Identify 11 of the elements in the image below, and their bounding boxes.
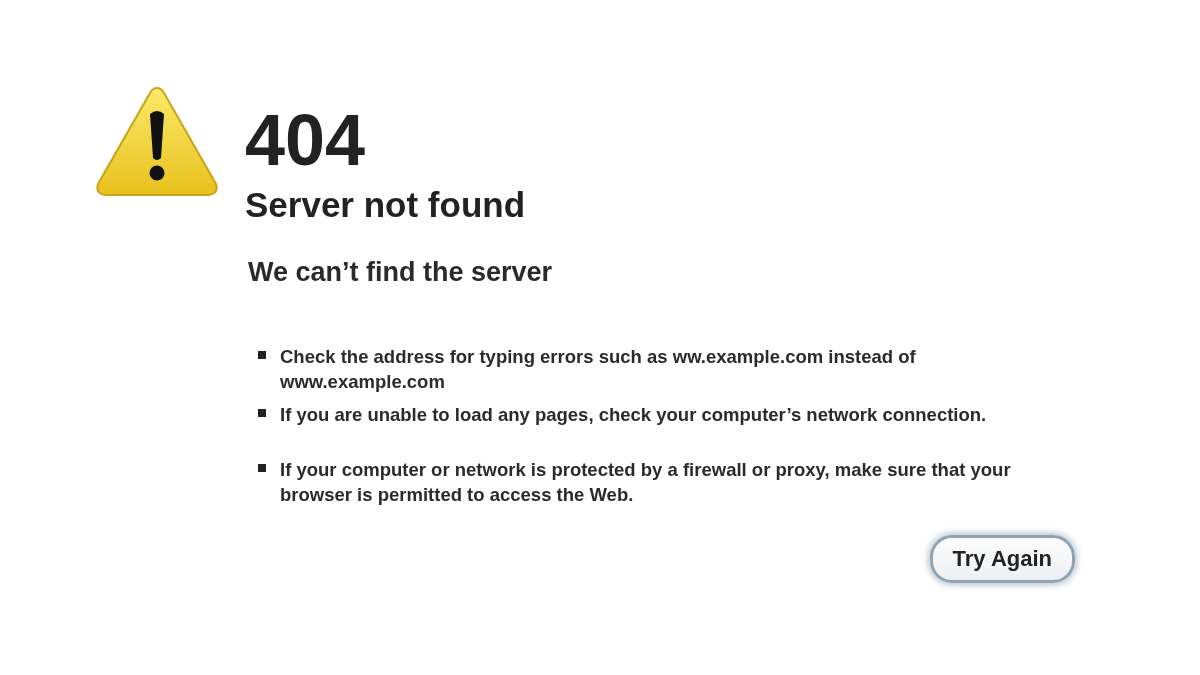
suggestion-text: Check the address for typing errors such as ww.example.com instead of www.example.com [280,344,917,394]
suggestion-text: If your computer or network is protected by a firewall or proxy, make sure that your browser is permitted to access the Web. [280,457,1012,507]
try-again-button[interactable]: Try Again [929,534,1075,583]
error-code: 404 [245,104,367,176]
suggestion-text: If you are unable to load any pages, check your computer’s network connection. [280,402,987,427]
bullet-icon [258,463,266,472]
bullet-icon [258,350,266,359]
warning-icon [95,84,219,198]
bullet-icon [258,408,266,417]
error-heading: We can’t find the server [248,256,554,288]
error-title: Server not found [245,186,527,225]
